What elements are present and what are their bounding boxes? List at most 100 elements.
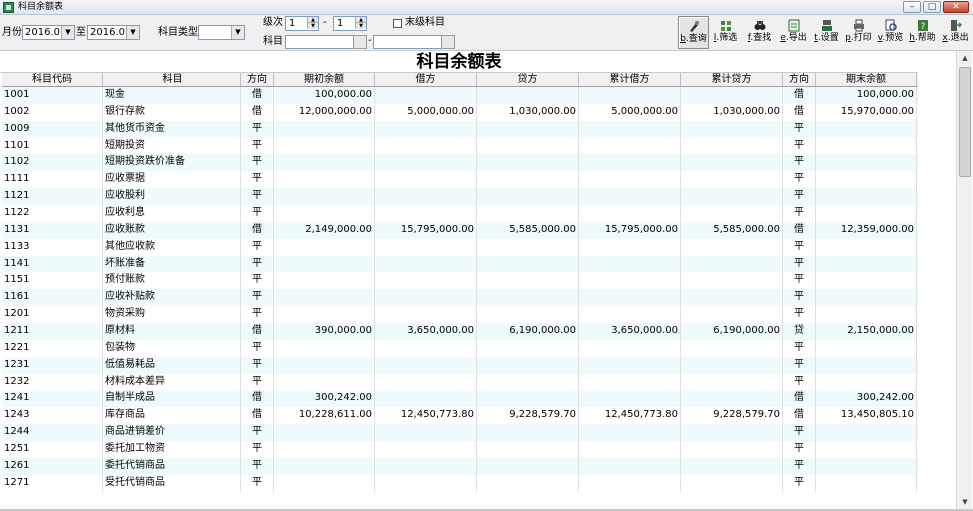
minimize-button[interactable]: – (903, 1, 921, 13)
cell-opening (274, 339, 375, 357)
col-header-opening[interactable]: 期初余额 (274, 73, 375, 86)
table-row[interactable]: 1201 物资采购平平 (2, 306, 918, 324)
table-row[interactable]: 1001 现金借 100,000.00 借 100,000.00 (2, 87, 918, 104)
cell-credit (477, 339, 579, 357)
spin-down-icon[interactable]: ▼ (307, 23, 318, 29)
cell-credit: 5,585,000.00 (477, 221, 579, 239)
cell-debit: 12,450,773.80 (375, 407, 477, 425)
table-row[interactable]: 1271 受托代销商品平平 (2, 474, 918, 492)
cell-credit (477, 474, 579, 492)
cell-cum-credit (681, 339, 783, 357)
cell-debit (375, 154, 477, 172)
cell-opening (274, 154, 375, 172)
filter-button[interactable]: l.筛选 (710, 16, 741, 49)
cell-cum-debit (579, 205, 681, 222)
table-row[interactable]: 1231 低值易耗品平平 (2, 356, 918, 374)
table-row[interactable]: 1111 应收票据平平 (2, 171, 918, 189)
close-button[interactable]: ✕ (943, 1, 969, 13)
level-from-value: 1 (289, 18, 296, 29)
cell-credit: 1,030,000.00 (477, 103, 579, 121)
table-row[interactable]: 1241 自制半成品借 300,242.00 借 300,242.00 (2, 390, 918, 408)
cell-subject: 应收票据 (103, 171, 241, 189)
maximize-button[interactable]: □ (923, 1, 941, 13)
col-header-code[interactable]: 科目代码 (2, 73, 103, 86)
cell-cum-debit (579, 390, 681, 408)
table-row[interactable]: 1131 应收账款借 2,149,000.00 15,795,000.00 5,585,… (2, 221, 918, 239)
cell-cum-credit: 5,585,000.00 (681, 221, 783, 239)
print-button[interactable]: p.打印 (843, 16, 874, 49)
cell-opening (274, 306, 375, 324)
scroll-up-icon[interactable]: ▲ (957, 51, 973, 65)
scroll-down-icon[interactable]: ▼ (957, 495, 973, 509)
subject-from-picker-button[interactable] (353, 35, 367, 49)
find-button[interactable]: f.查找 (744, 16, 775, 49)
cell-debit (375, 441, 477, 458)
exit-button[interactable]: x.退出 (940, 16, 971, 49)
cell-direction: 平 (241, 339, 274, 357)
table-row[interactable]: 1133 其他应收款平平 (2, 238, 918, 256)
col-header-cum-credit[interactable]: 累计贷方 (681, 73, 783, 86)
table-row[interactable]: 1151 预付账款平平 (2, 272, 918, 290)
window-title: 科目余额表 (18, 2, 64, 12)
level-from-spinner[interactable]: 1 ▲ ▼ (285, 16, 319, 31)
cell-subject: 委托代销商品 (103, 457, 241, 475)
table-row[interactable]: 1243 库存商品借 10,228,611.00 12,450,773.80 9,228… (2, 407, 918, 425)
month-to-select[interactable]: 2016.01 ▼ (87, 25, 140, 40)
cell-end-direction: 平 (783, 154, 816, 172)
table-row[interactable]: 1122 应收利息平平 (2, 205, 918, 222)
subject-label: 科目 (263, 36, 283, 47)
cell-cum-credit (681, 171, 783, 189)
table-row[interactable]: 1141 坏账准备平平 (2, 255, 918, 273)
preview-button[interactable]: v.预览 (875, 16, 906, 49)
level-to-spinner[interactable]: 1 ▲ ▼ (333, 16, 367, 31)
cell-debit (375, 255, 477, 273)
cell-debit (375, 457, 477, 475)
export-button[interactable]: e.导出 (778, 16, 809, 49)
col-header-subject[interactable]: 科目 (103, 73, 241, 86)
settings-button[interactable]: t.设置 (811, 16, 842, 49)
month-from-select[interactable]: 2016.01 ▼ (22, 25, 75, 40)
spin-down-icon[interactable]: ▼ (355, 23, 366, 29)
cell-end-direction: 平 (783, 424, 816, 442)
subject-to-picker-button[interactable] (441, 35, 455, 49)
cell-closing (816, 188, 917, 206)
cell-direction: 平 (241, 441, 274, 458)
cell-subject: 银行存款 (103, 103, 241, 121)
col-header-credit[interactable]: 贷方 (477, 73, 579, 86)
table-row[interactable]: 1221 包装物平平 (2, 339, 918, 357)
col-header-direction[interactable]: 方向 (241, 73, 274, 86)
leaf-subject-checkbox[interactable] (393, 19, 402, 28)
table-row[interactable]: 1161 应收补贴款平平 (2, 289, 918, 307)
subject-type-select[interactable]: ▼ (198, 25, 245, 40)
table-row[interactable]: 1009 其他货币资金平平 (2, 120, 918, 138)
table-row[interactable]: 1211 原材料借 390,000.00 3,650,000.00 6,190,000.… (2, 323, 918, 340)
cell-debit (375, 424, 477, 442)
table-row[interactable]: 1102 短期投资跌价准备平平 (2, 154, 918, 172)
cell-direction: 平 (241, 137, 274, 155)
table-row[interactable]: 1261 委托代销商品平平 (2, 457, 918, 475)
vertical-scrollbar[interactable]: ▲ ▼ (956, 51, 972, 509)
cell-debit (375, 373, 477, 391)
cell-debit: 5,000,000.00 (375, 103, 477, 121)
cell-direction: 借 (241, 390, 274, 408)
col-header-cum-debit[interactable]: 累计借方 (579, 73, 681, 86)
col-header-debit[interactable]: 借方 (375, 73, 477, 86)
table-row[interactable]: 1002 银行存款借 12,000,000.00 5,000,000.00 1,030,… (2, 103, 918, 121)
table-row[interactable]: 1251 委托加工物资平平 (2, 441, 918, 458)
table-row[interactable]: 1244 商品进销差价平平 (2, 424, 918, 442)
table-row[interactable]: 1232 材料成本差异平平 (2, 373, 918, 391)
cell-opening (274, 441, 375, 458)
cell-direction: 平 (241, 373, 274, 391)
month-label: 月份 (2, 27, 22, 38)
table-row[interactable]: 1101 短期投资平平 (2, 137, 918, 155)
help-button[interactable]: ? h.帮助 (907, 16, 938, 49)
col-header-end-direction[interactable]: 方向 (783, 73, 816, 86)
query-button[interactable]: b.查询 (678, 16, 709, 49)
cell-opening (274, 205, 375, 222)
col-header-closing[interactable]: 期末余额 (816, 73, 917, 86)
cell-debit (375, 272, 477, 290)
cell-direction: 平 (241, 188, 274, 206)
scroll-thumb[interactable] (959, 67, 971, 177)
cell-direction: 借 (241, 87, 274, 104)
table-row[interactable]: 1121 应收股利平平 (2, 188, 918, 206)
